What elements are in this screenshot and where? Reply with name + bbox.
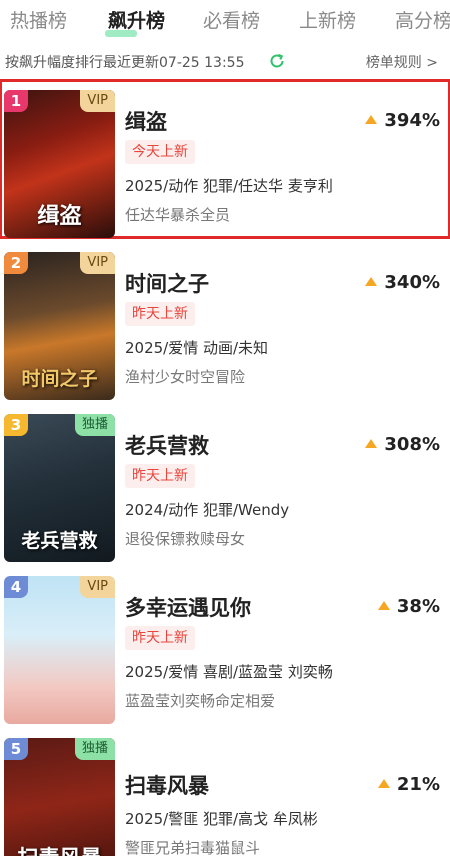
vip-badge: VIP [80, 252, 115, 274]
ranking-tabs: 热播榜 飙升榜 必看榜 上新榜 高分榜 [0, 0, 450, 44]
list-item[interactable]: 3 独播 老兵营救 老兵营救 308% 昨天上新 2024/动作 犯罪/Wend… [0, 404, 450, 562]
item-meta: 2025/爱情 喜剧/蓝盈莹 刘奕畅 [125, 663, 333, 681]
new-release-tag: 昨天上新 [125, 626, 195, 650]
rank-badge: 4 [4, 576, 28, 598]
poster-image: 5 独播 扫毒风暴 [4, 738, 115, 856]
increase-text: 308% [384, 434, 440, 455]
update-description: 按飙升幅度排行最近更新07-25 13:55 [5, 55, 245, 71]
up-arrow-icon [365, 439, 378, 448]
increase-text: 340% [384, 272, 440, 293]
list-item[interactable]: 1 VIP 缉盗 缉盗 394% 今天上新 2025/动作 犯罪/任达华 麦亨利… [0, 79, 450, 239]
up-arrow-icon [377, 779, 390, 788]
item-meta: 2024/动作 犯罪/Wendy [125, 501, 290, 519]
increase-value: 21% [377, 774, 440, 795]
up-arrow-icon [365, 115, 378, 124]
item-title[interactable]: 时间之子 [125, 268, 209, 298]
item-title[interactable]: 扫毒风暴 [125, 770, 209, 800]
poster-image: 4 VIP [4, 576, 115, 724]
increase-value: 394% [365, 110, 440, 131]
increase-text: 38% [396, 596, 440, 617]
poster-title: 老兵营救 [21, 530, 98, 552]
item-meta: 2025/动作 犯罪/任达华 麦亨利 [125, 177, 333, 195]
increase-text: 394% [384, 110, 440, 131]
item-description: 警匪兄弟扫毒猫鼠斗 [125, 839, 261, 856]
item-title[interactable]: 老兵营救 [125, 430, 209, 460]
poster-title: 扫毒风暴 [4, 842, 115, 856]
item-meta: 2025/警匪 犯罪/高戈 牟凤彬 [125, 810, 318, 828]
new-release-tag: 昨天上新 [125, 464, 195, 488]
ranking-rules-link[interactable]: 榜单规则 > [366, 52, 438, 72]
tab-top-rated[interactable]: 高分榜 [395, 8, 450, 34]
rank-badge: 3 [4, 414, 28, 436]
rank-badge: 2 [4, 252, 28, 274]
item-description: 渔村少女时空冒险 [125, 368, 246, 386]
rank-badge: 1 [4, 90, 28, 112]
item-title[interactable]: 多幸运遇见你 [125, 592, 251, 622]
increase-value: 308% [365, 434, 440, 455]
up-arrow-icon [377, 601, 390, 610]
list-item[interactable]: 4 VIP 多幸运遇见你 38% 昨天上新 2025/爱情 喜剧/蓝盈莹 刘奕畅… [0, 566, 450, 724]
new-release-tag: 今天上新 [125, 140, 195, 164]
item-meta: 2025/爱情 动画/未知 [125, 339, 269, 357]
poster-image: 3 独播 老兵营救 [4, 414, 115, 562]
tab-new[interactable]: 上新榜 [299, 8, 356, 34]
item-title[interactable]: 缉盗 [125, 106, 167, 136]
refresh-icon[interactable] [268, 52, 286, 70]
poster-image: 1 VIP 缉盗 [4, 90, 115, 238]
tab-must-watch[interactable]: 必看榜 [203, 8, 260, 34]
ranking-info-bar: 按飙升幅度排行最近更新07-25 13:55 榜单规则 > [0, 46, 450, 76]
exclusive-badge: 独播 [74, 414, 115, 436]
up-arrow-icon [365, 277, 378, 286]
increase-text: 21% [396, 774, 440, 795]
increase-value: 340% [365, 272, 440, 293]
vip-badge: VIP [80, 90, 115, 112]
poster-image: 2 VIP 时间之子 [4, 252, 115, 400]
tab-hot[interactable]: 热播榜 [10, 8, 67, 34]
item-description: 退役保镖救赎母女 [125, 530, 246, 548]
item-description: 蓝盈莹刘奕畅命定相爱 [125, 692, 276, 710]
list-item[interactable]: 5 独播 扫毒风暴 扫毒风暴 21% 2025/警匪 犯罪/高戈 牟凤彬 警匪兄… [0, 728, 450, 856]
increase-value: 38% [377, 596, 440, 617]
active-tab-indicator [105, 30, 137, 37]
new-release-tag: 昨天上新 [125, 302, 195, 326]
vip-badge: VIP [80, 576, 115, 598]
rank-badge: 5 [4, 738, 28, 760]
poster-title: 时间之子 [21, 368, 98, 390]
item-description: 任达华暴杀全员 [125, 206, 231, 224]
poster-title: 缉盗 [37, 204, 82, 229]
exclusive-badge: 独播 [74, 738, 115, 760]
list-item[interactable]: 2 VIP 时间之子 时间之子 340% 昨天上新 2025/爱情 动画/未知 … [0, 242, 450, 400]
